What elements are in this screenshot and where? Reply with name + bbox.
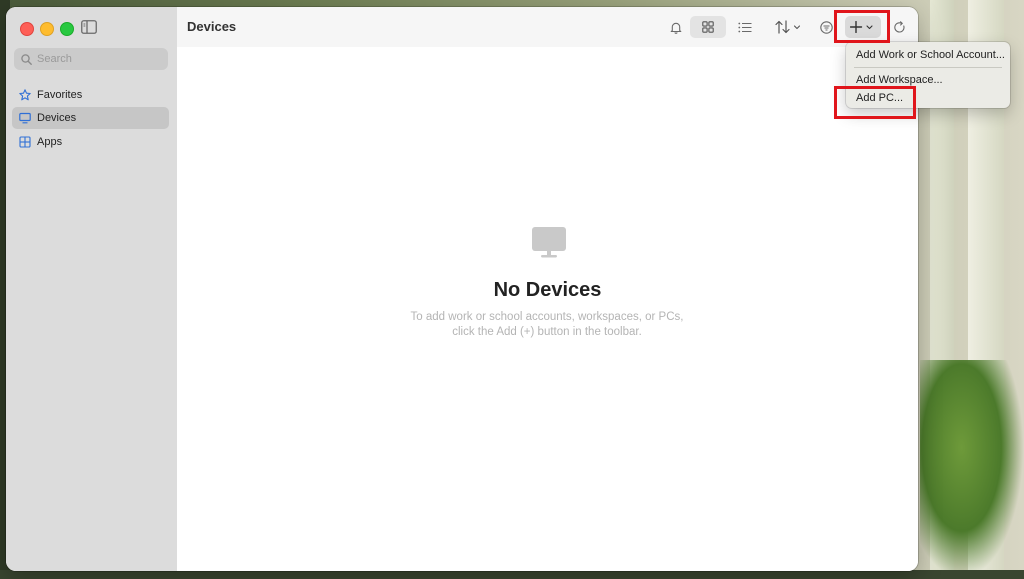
sidebar: Favorites Devices Apps	[6, 7, 178, 571]
empty-state-description-line: click the Add (+) button in the toolbar.	[452, 326, 642, 338]
filter-button[interactable]	[816, 16, 836, 38]
grid-view-icon	[702, 21, 714, 33]
sidebar-item-favorites[interactable]: Favorites	[12, 84, 169, 106]
refresh-button[interactable]	[889, 16, 909, 38]
search-box	[14, 48, 168, 70]
bell-icon	[670, 22, 682, 34]
list-view-button[interactable]	[733, 16, 757, 38]
sidebar-item-devices[interactable]: Devices	[12, 107, 169, 129]
toolbar: Devices	[177, 7, 918, 47]
notifications-button[interactable]	[666, 16, 686, 38]
close-window-button[interactable]	[20, 22, 34, 36]
sort-button[interactable]	[771, 16, 807, 38]
menu-item-add-workspace[interactable]: Add Workspace...	[856, 74, 943, 86]
sidebar-item-apps[interactable]: Apps	[12, 131, 169, 153]
refresh-icon	[893, 20, 905, 33]
main-content: Devices No Devices To add work or school…	[177, 7, 918, 571]
page-title: Devices	[187, 19, 237, 34]
list-view-icon	[738, 22, 752, 32]
filter-icon	[819, 20, 833, 34]
star-icon	[19, 89, 31, 101]
search-icon	[21, 53, 32, 65]
sidebar-toggle-icon[interactable]	[81, 20, 97, 34]
sidebar-item-label: Favorites	[37, 89, 83, 101]
grid-view-button[interactable]	[690, 16, 726, 38]
empty-state-title: No Devices	[493, 279, 602, 301]
desktop-background	[920, 360, 1024, 579]
search-input[interactable]	[37, 53, 157, 65]
empty-state-description-line: To add work or school accounts, workspac…	[410, 311, 684, 323]
empty-state-description: To add work or school accounts, workspac…	[347, 310, 747, 340]
add-pc-highlight	[834, 86, 916, 119]
sidebar-item-label: Devices	[37, 112, 77, 124]
sidebar-item-label: Apps	[37, 136, 63, 148]
zoom-window-button[interactable]	[60, 22, 74, 36]
menu-separator	[854, 67, 1002, 68]
monitor-icon	[532, 227, 566, 258]
app-window: Favorites Devices Apps Devices	[6, 7, 918, 571]
sort-icon	[775, 20, 801, 34]
menu-item-add-work-or-school-account[interactable]: Add Work or School Account...	[856, 49, 1005, 61]
monitor-icon	[19, 112, 31, 124]
add-button-highlight	[834, 10, 890, 43]
desktop-background	[0, 570, 1024, 579]
minimize-window-button[interactable]	[40, 22, 54, 36]
apps-grid-icon	[19, 136, 31, 148]
